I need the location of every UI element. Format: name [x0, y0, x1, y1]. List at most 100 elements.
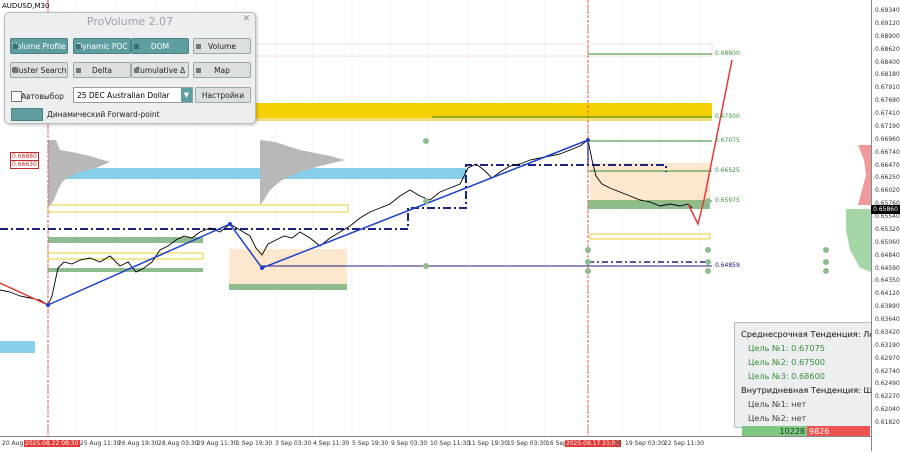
cumulative-delta-label: Cumulative Δ	[134, 66, 186, 75]
dom-button[interactable]: DOM	[131, 38, 189, 54]
time-label: 25 Aug 11:30	[80, 440, 121, 447]
time-label: 10 Sep 11:30	[430, 440, 471, 447]
price-tick-label: 0.66250	[875, 174, 900, 182]
time-label: 28 Aug 03:30	[158, 440, 199, 447]
forward-point-label: Динамический Forward-point	[47, 110, 160, 119]
intraday-trend-text: Внутридневная Тенденция: Шорт	[741, 385, 888, 395]
price-tick-label: 0.67690	[875, 97, 900, 105]
dom-label: DOM	[150, 42, 170, 51]
price-tick-label: 0.63890	[875, 303, 900, 311]
price-tick-label: 0.62970	[875, 354, 900, 362]
price-tick-label: 0.64350	[875, 277, 900, 285]
price-tick-label: 0.61820	[875, 419, 900, 427]
time-label: 1 Sep 19:30	[236, 440, 273, 447]
price-tick-label: 0.67410	[875, 110, 900, 118]
mid-target-2: Цель №2: 0.67500	[748, 357, 825, 367]
price-tick-label: 0.67190	[875, 122, 900, 130]
symbol-label: AUDUSD,M30	[2, 2, 50, 10]
toggle-marker-icon	[76, 68, 81, 73]
price-tick-label: 0.62740	[875, 367, 900, 375]
cluster-search-label: Cluster Search	[11, 66, 67, 75]
peach-zone-right	[590, 163, 710, 203]
price-tick-label: 0.65540	[875, 213, 900, 221]
dynamic-poc-label: Dynamic POC	[76, 42, 128, 51]
time-label: 15 Sep 03:30	[507, 440, 548, 447]
delta-label: Delta	[91, 66, 112, 75]
yellow-zone-top	[254, 103, 712, 118]
time-label: 5 Sep 19:30	[352, 440, 389, 447]
time-label: 19 Sep 03:30	[625, 440, 666, 447]
price-axis[interactable]: 0.69340 0.69120 0.68900 0.68620 0.68400 0.681…	[871, 0, 900, 451]
blue-zone-left	[0, 341, 35, 353]
level-label-t2: 0.67500	[715, 113, 740, 120]
map-button[interactable]: Map	[193, 62, 251, 78]
price-tick-label: 0.68620	[875, 45, 900, 53]
volume-label: Volume	[208, 42, 236, 51]
price-tick-label: 0.66020	[875, 187, 900, 195]
volume-button[interactable]: Volume	[193, 38, 251, 54]
volume-profile-button[interactable]: Volume Profile	[10, 38, 68, 54]
price-tick-label: 0.67910	[875, 84, 900, 92]
price-tick-label: 0.66470	[875, 161, 900, 169]
price-tick-label: 0.65060	[875, 238, 900, 246]
time-label: 3 Sep 03:30	[275, 440, 312, 447]
delta-button[interactable]: Delta	[73, 62, 131, 78]
price-tick-label: 0.62040	[875, 406, 900, 414]
time-label: 30	[614, 440, 622, 447]
blue-zone	[48, 168, 466, 179]
time-label: 16 Sep	[546, 440, 567, 447]
intraday-target-2: Цель №2: нет	[748, 413, 807, 423]
dynamic-poc-button[interactable]: Dynamic POC	[73, 38, 131, 54]
trend-info-box: Среднесрочная Тенденция: Лонг Цель №1: 0…	[734, 322, 887, 428]
price-tick-label: 0.68900	[875, 32, 900, 40]
price-tick-label: 0.68400	[875, 58, 900, 66]
settings-button[interactable]: Настройки	[195, 87, 251, 103]
price-tick-label: 0.62270	[875, 393, 900, 401]
intraday-target-1: Цель №1: нет	[748, 399, 807, 409]
toggle-marker-icon	[196, 44, 201, 49]
toggle-marker-icon	[13, 44, 18, 49]
time-axis[interactable]: 20 Aug 2025 2025.08.22 08:30 25 Aug 11:3…	[0, 436, 871, 452]
level-label-6: 0.64859	[715, 262, 740, 269]
price-tick-label: 0.66740	[875, 148, 900, 156]
forward-point-toggle[interactable]	[11, 108, 43, 121]
price-tick-label: 0.63640	[875, 316, 900, 324]
map-label: Map	[214, 66, 230, 75]
mid-trend-text: Среднесрочная Тенденция: Лонг	[741, 329, 884, 339]
price-tick-label: 0.64120	[875, 290, 900, 298]
chevron-down-icon[interactable]: ▼	[181, 88, 192, 102]
price-tick-label: 0.63190	[875, 341, 900, 349]
level-label-5: 0.65975	[715, 197, 740, 204]
instrument-select[interactable]: 25 DEC Australian Dollar ▼	[73, 87, 193, 103]
level-label-4: 0.66525	[715, 167, 740, 174]
cluster-search-button[interactable]: Cluster Search	[10, 62, 68, 78]
time-label-highlight: 2025.09.17 21:00	[565, 440, 621, 447]
time-label: 26 Aug 19:30	[118, 440, 159, 447]
toggle-marker-icon	[76, 44, 81, 49]
price-tick-label: 0.68180	[875, 71, 900, 79]
current-price-label: 0.65860	[871, 205, 900, 214]
provolume-panel[interactable]: ProVolume 2.07 ✕ Volume Profile Dynamic …	[4, 12, 256, 124]
price-tick-label: 0.69340	[875, 7, 900, 14]
time-label: 9 Sep 03:30	[391, 440, 428, 447]
yellow-zone-top-thin	[254, 118, 712, 121]
time-label: 11 Sep 19:30	[468, 440, 509, 447]
mid-target-1: Цель №1: 0.67075	[748, 343, 825, 353]
price-tick-label: 0.62490	[875, 380, 900, 388]
level-label-t1: 0.67075	[715, 137, 740, 144]
instrument-value: 25 DEC Australian Dollar	[77, 91, 170, 100]
mid-target-3: Цель №3: 0.68600	[748, 371, 825, 381]
price-tick-label: 0.69120	[875, 19, 900, 27]
price-tag-2: 0.66630	[10, 160, 39, 169]
time-label: 4 Sep 11:30	[313, 440, 350, 447]
toggle-marker-icon	[13, 68, 18, 73]
green-zone-low	[229, 284, 347, 290]
price-tick-label: 0.65320	[875, 225, 900, 233]
level-label-t3: 0.68600	[715, 50, 740, 57]
close-icon[interactable]: ✕	[242, 15, 251, 24]
time-label: 22 Sep 11:30	[664, 440, 705, 447]
autoselect-label: Автовыбор	[21, 92, 64, 101]
volume-profile-label: Volume Profile	[12, 42, 66, 51]
time-label: 29 Aug 11:30	[197, 440, 238, 447]
cumulative-delta-button[interactable]: Cumulative Δ	[131, 62, 189, 78]
